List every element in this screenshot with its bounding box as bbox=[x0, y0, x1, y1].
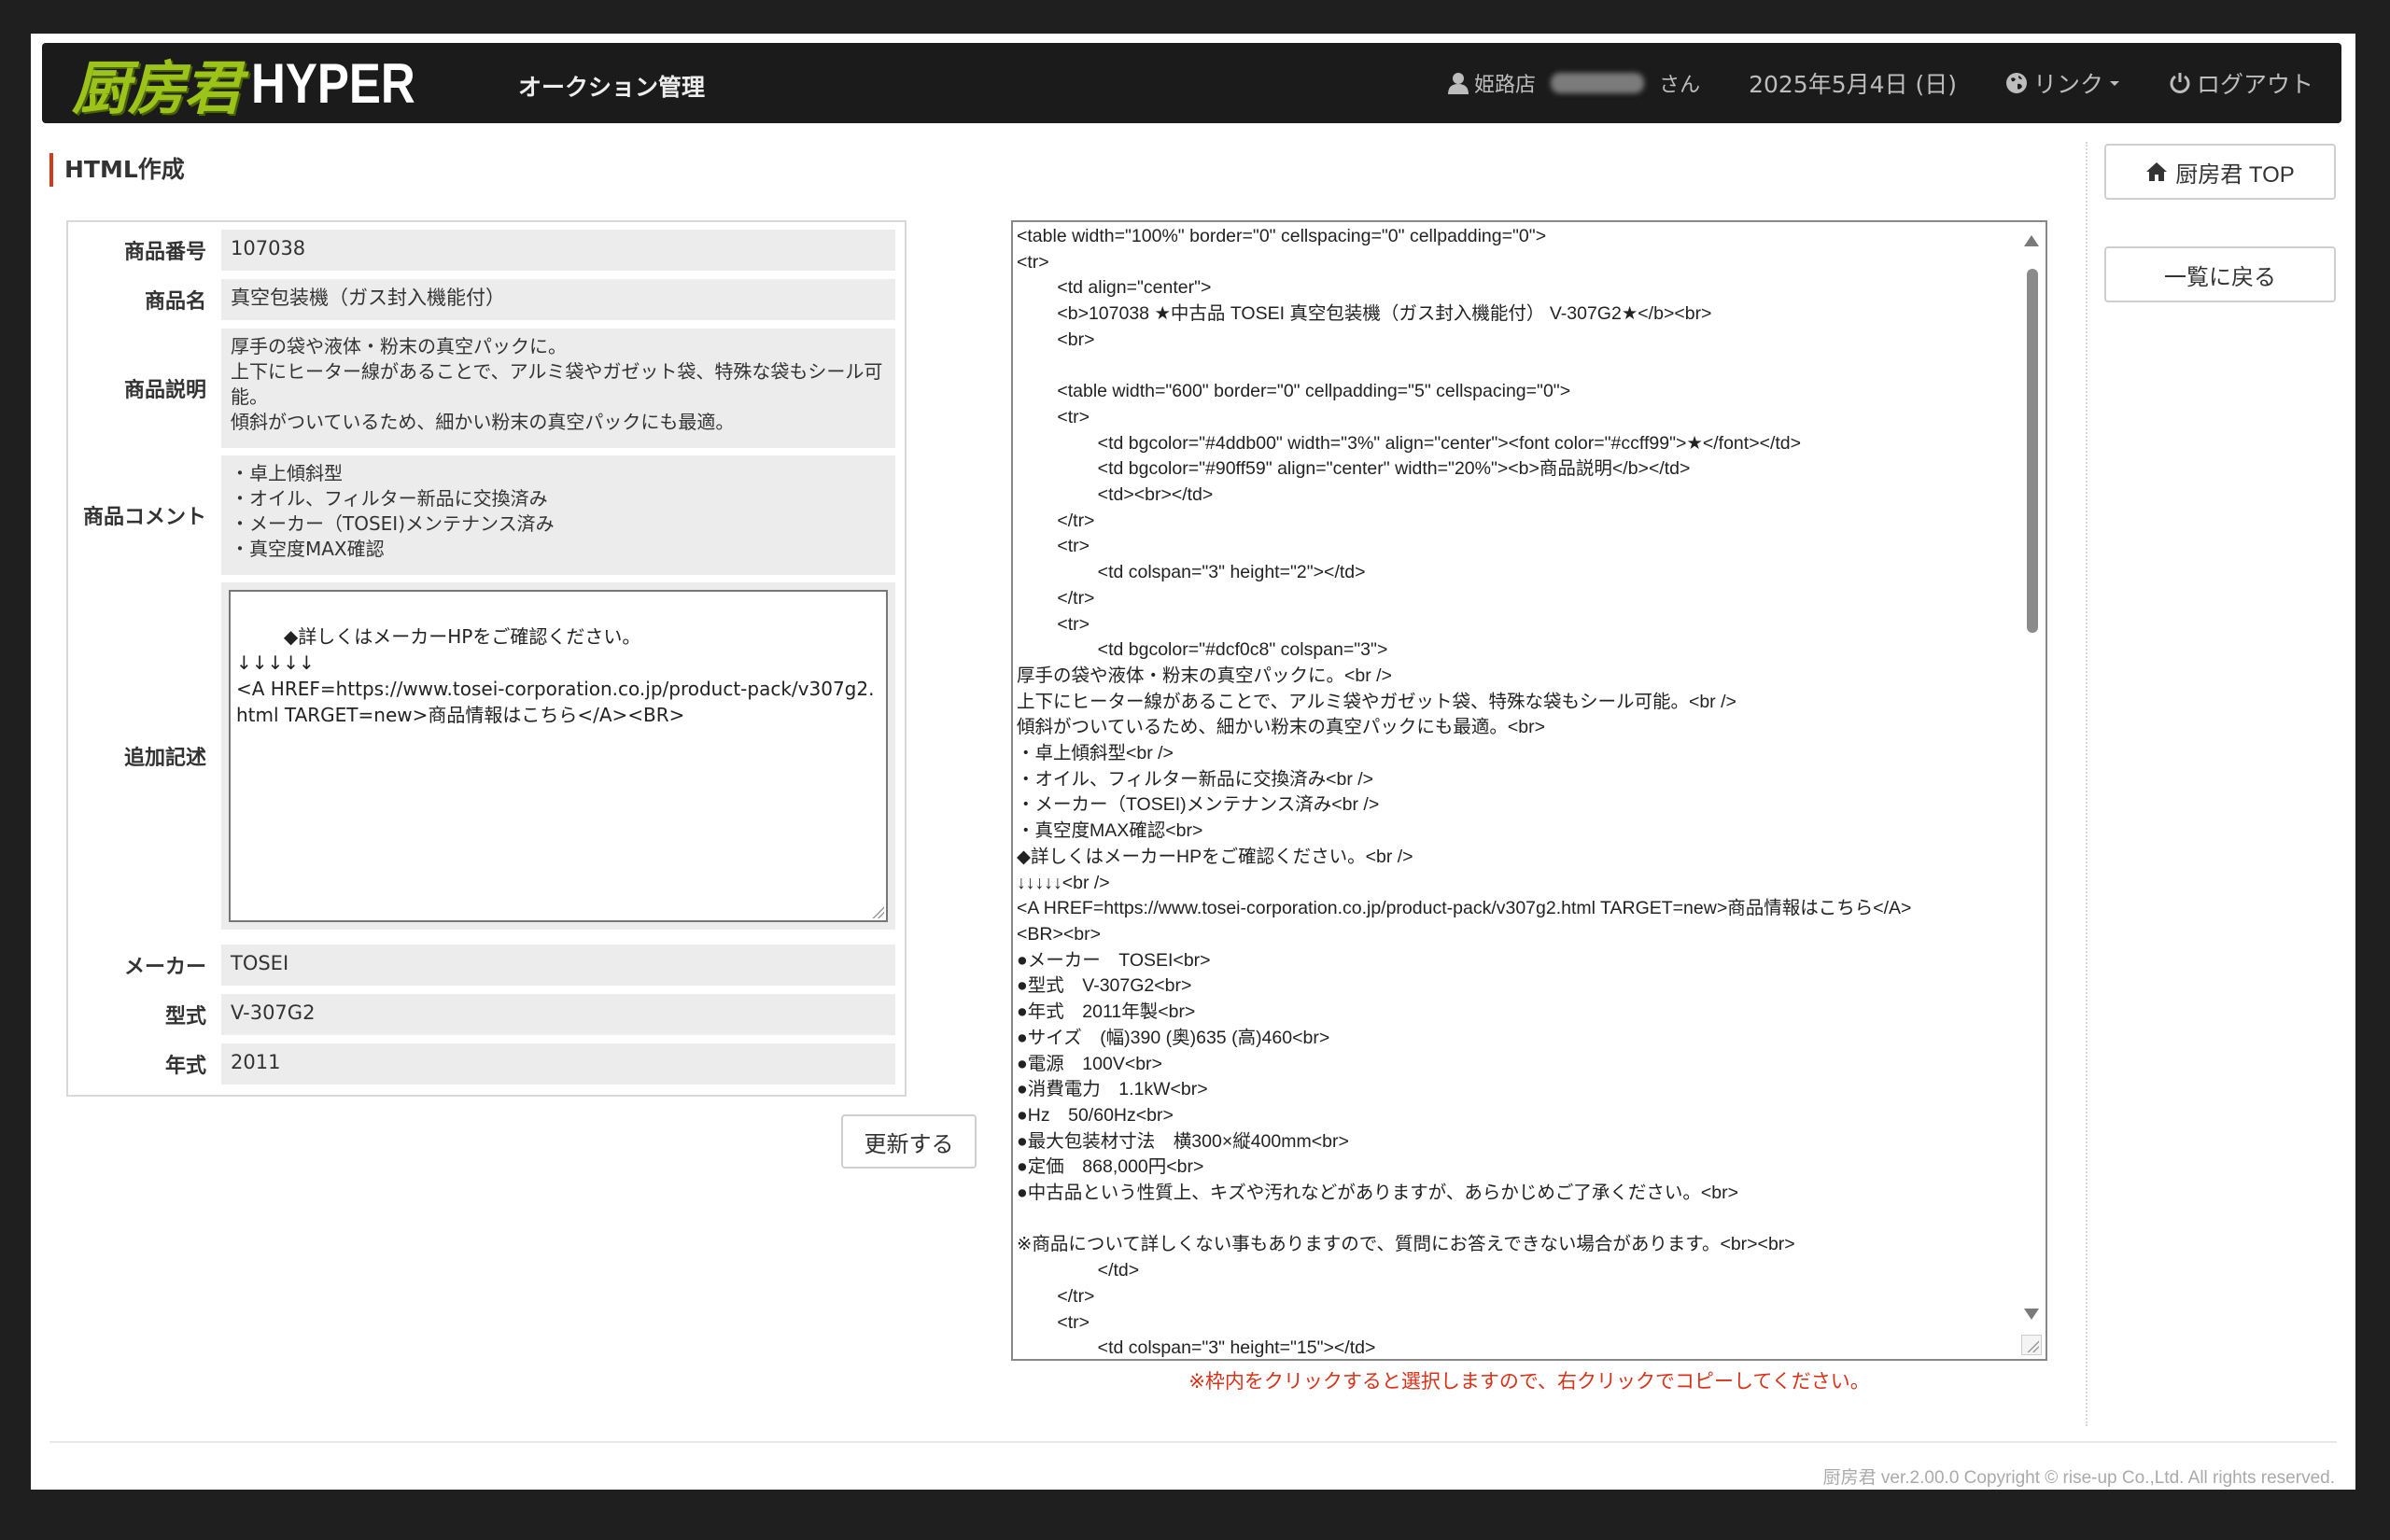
caret-down-icon bbox=[2109, 78, 2120, 88]
row-year: 年式 2011 bbox=[68, 1043, 905, 1085]
row-description: 商品説明 厚手の袋や液体・粉末の真空パックに。 上下にヒーター線があることで、ア… bbox=[68, 329, 905, 448]
additional-text: ◆詳しくはメーカーHPをご確認ください。 ↓↓↓↓↓ <A HREF=https… bbox=[236, 625, 875, 726]
html-output-box[interactable]: <table width="100%" border="0" cellspaci… bbox=[1011, 220, 2047, 1361]
footer-divider bbox=[49, 1441, 2337, 1443]
html-output-text: <table width="100%" border="0" cellspaci… bbox=[1017, 226, 1912, 1359]
logout-link[interactable]: ログアウト bbox=[2169, 66, 2313, 100]
logo-en: HYPER bbox=[251, 51, 415, 115]
vertical-scrollbar[interactable] bbox=[2021, 231, 2042, 1322]
header-navbar: 厨房君 HYPER オークション管理 姫路店 さん 2025年5月4日 (日) bbox=[42, 43, 2341, 123]
product-form: 商品番号 107038 商品名 真空包装機（ガス封入機能付） 商品説明 厚手の袋… bbox=[66, 220, 907, 1097]
field-year[interactable]: 2011 bbox=[221, 1043, 895, 1085]
back-to-list-button[interactable]: 一覧に戻る bbox=[2104, 246, 2336, 302]
links-label: リンク bbox=[2032, 71, 2103, 98]
logo-jp: 厨房君 bbox=[72, 54, 242, 122]
nav-title[interactable]: オークション管理 bbox=[518, 69, 705, 103]
home-icon bbox=[2145, 161, 2168, 182]
scroll-down-icon[interactable] bbox=[2024, 1309, 2039, 1320]
row-additional: 追加記述 ◆詳しくはメーカーHPをご確認ください。 ↓↓↓↓↓ <A HREF=… bbox=[68, 582, 905, 930]
footer-copyright: 厨房君 ver.2.00.0 Copyright © rise-up Co.,L… bbox=[1822, 1468, 2335, 1488]
top-button-label: 厨房君 TOP bbox=[2175, 161, 2295, 188]
links-dropdown[interactable]: リンク bbox=[2005, 66, 2120, 100]
label-additional: 追加記述 bbox=[123, 747, 206, 770]
globe-icon bbox=[2005, 72, 2028, 94]
user-info: 姫路店 さん bbox=[1448, 68, 1700, 98]
top-button[interactable]: 厨房君 TOP bbox=[2104, 144, 2336, 200]
brand-logo[interactable]: 厨房君 HYPER bbox=[72, 50, 444, 123]
field-product-number[interactable]: 107038 bbox=[221, 230, 895, 271]
row-product-number: 商品番号 107038 bbox=[68, 230, 905, 271]
scroll-thumb[interactable] bbox=[2027, 269, 2038, 633]
row-product-name: 商品名 真空包装機（ガス封入機能付） bbox=[68, 279, 905, 320]
current-date: 2025年5月4日 (日) bbox=[1749, 66, 1957, 100]
scroll-up-icon[interactable] bbox=[2024, 235, 2039, 246]
label-product-number: 商品番号 bbox=[123, 241, 206, 264]
user-icon bbox=[1448, 72, 1469, 94]
column-divider bbox=[2086, 142, 2088, 1426]
update-button-label: 更新する bbox=[864, 1131, 954, 1157]
section-title: HTML作成 bbox=[49, 153, 185, 187]
back-button-label: 一覧に戻る bbox=[2164, 264, 2276, 290]
copy-instruction-note: ※枠内をクリックすると選択しますので、右クリックでコピーしてください。 bbox=[1188, 1370, 1870, 1393]
row-model: 型式 V-307G2 bbox=[68, 994, 905, 1035]
logout-label: ログアウト bbox=[2196, 71, 2313, 98]
label-comment: 商品コメント bbox=[82, 506, 206, 529]
field-comment[interactable]: ・卓上傾斜型 ・オイル、フィルター新品に交換済み ・メーカー（TOSEI)メンテ… bbox=[221, 455, 895, 575]
additional-textarea[interactable]: ◆詳しくはメーカーHPをご確認ください。 ↓↓↓↓↓ <A HREF=https… bbox=[229, 590, 888, 922]
label-product-name: 商品名 bbox=[144, 290, 206, 314]
power-icon bbox=[2169, 72, 2191, 94]
label-maker: メーカー bbox=[123, 956, 206, 979]
resize-grip-icon[interactable] bbox=[871, 905, 884, 918]
update-button[interactable]: 更新する bbox=[841, 1114, 977, 1169]
field-product-name[interactable]: 真空包装機（ガス封入機能付） bbox=[221, 279, 895, 320]
row-comment: 商品コメント ・卓上傾斜型 ・オイル、フィルター新品に交換済み ・メーカー（TO… bbox=[68, 455, 905, 575]
app-window: 厨房君 HYPER オークション管理 姫路店 さん 2025年5月4日 (日) bbox=[31, 34, 2355, 1490]
nav-right: 姫路店 さん 2025年5月4日 (日) リンク ログアウト bbox=[1448, 43, 2313, 123]
user-name-blurred bbox=[1551, 73, 1645, 93]
label-description: 商品説明 bbox=[123, 379, 206, 402]
user-store: 姫路店 bbox=[1474, 74, 1537, 97]
user-suffix: さん bbox=[1659, 74, 1701, 97]
field-model[interactable]: V-307G2 bbox=[221, 994, 895, 1035]
resize-grip-icon[interactable] bbox=[2021, 1335, 2042, 1355]
date-text: 2025年5月4日 (日) bbox=[1749, 71, 1957, 98]
label-year: 年式 bbox=[164, 1055, 206, 1078]
label-model: 型式 bbox=[164, 1005, 206, 1029]
field-maker[interactable]: TOSEI bbox=[221, 945, 895, 986]
row-maker: メーカー TOSEI bbox=[68, 945, 905, 986]
field-description[interactable]: 厚手の袋や液体・粉末の真空パックに。 上下にヒーター線があることで、アルミ袋やガ… bbox=[221, 329, 895, 448]
